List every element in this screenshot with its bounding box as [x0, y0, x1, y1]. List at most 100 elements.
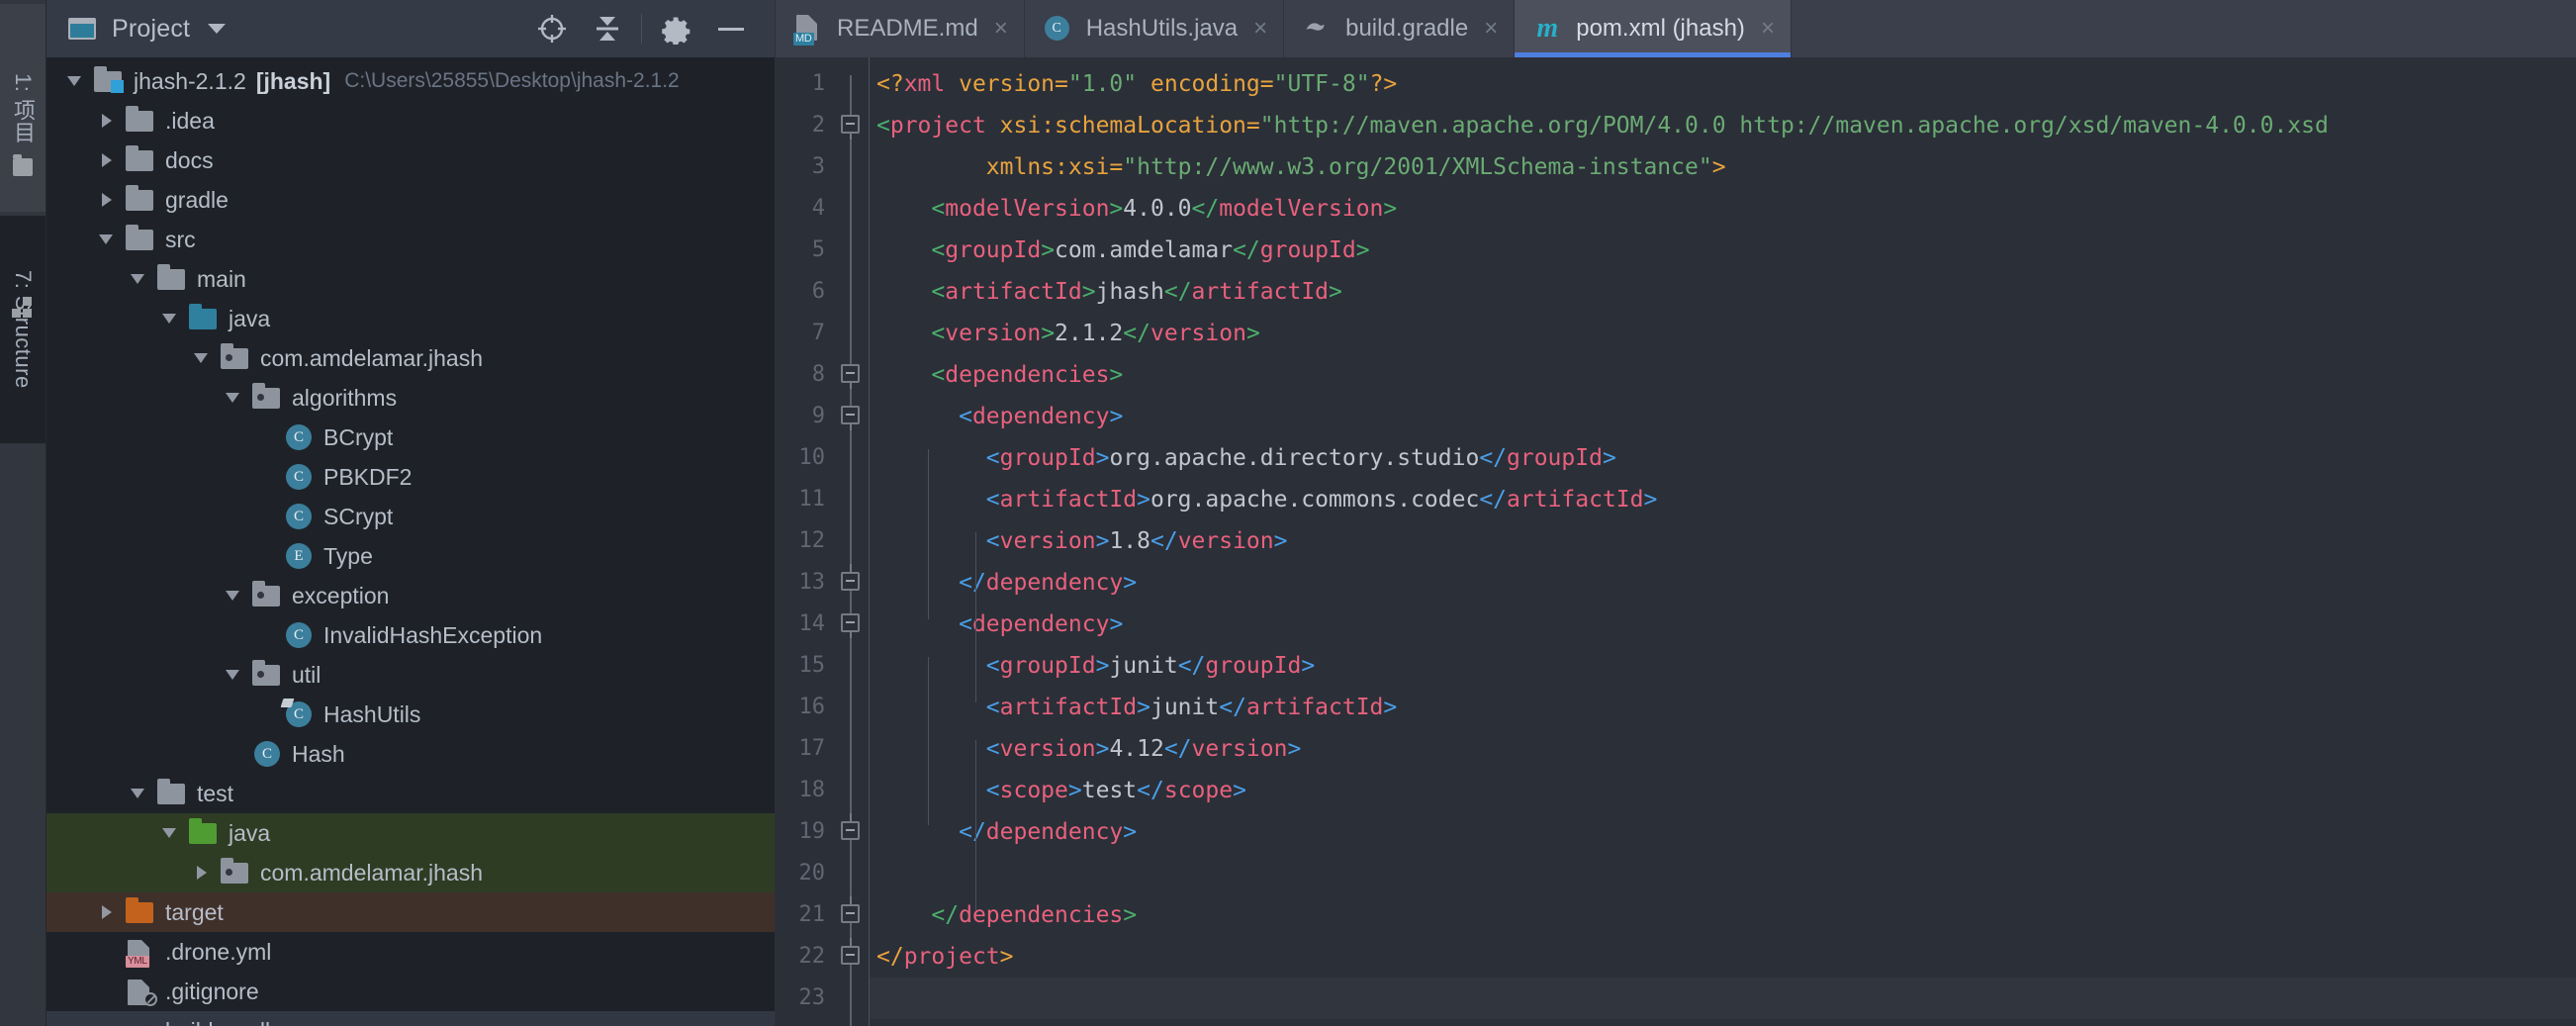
tree-row[interactable]: test	[46, 774, 775, 813]
tree-row[interactable]: build.gradle	[46, 1011, 775, 1026]
code-line[interactable]: <?xml version="1.0" encoding="UTF-8"?>	[869, 63, 2576, 105]
expand-arrow-icon[interactable]	[96, 110, 118, 132]
tree-row[interactable]: algorithms	[46, 378, 775, 418]
close-icon[interactable]: ×	[1484, 17, 1498, 41]
code-line[interactable]: </project>	[869, 936, 2576, 978]
editor-tab[interactable]: m pom.xml (jhash) ×	[1515, 0, 1792, 57]
collapse-all-button[interactable]	[580, 1, 635, 56]
tree-row[interactable]: com.amdelamar.jhash	[46, 853, 775, 892]
code-token: >	[1095, 528, 1110, 554]
fold-toggle-icon[interactable]	[841, 813, 860, 840]
tree-row[interactable]: com.amdelamar.jhash	[46, 338, 775, 378]
expand-arrow-icon[interactable]	[191, 347, 213, 369]
tree-row[interactable]: C SCrypt	[46, 497, 775, 536]
hide-panel-button[interactable]	[703, 1, 759, 56]
code-token: version	[999, 736, 1096, 762]
tree-row[interactable]: docs	[46, 140, 775, 180]
tree-row[interactable]: main	[46, 259, 775, 299]
expand-arrow-icon[interactable]	[96, 189, 118, 211]
chevron-down-icon[interactable]	[208, 24, 227, 34]
tree-row[interactable]: java	[46, 813, 775, 853]
fold-toggle-icon[interactable]	[841, 406, 860, 430]
fold-toggle-icon[interactable]	[841, 115, 860, 140]
tool-tab-project[interactable]: 1: 项目	[0, 4, 46, 212]
code-line[interactable]: <groupId>org.apache.directory.studio</gr…	[869, 437, 2576, 479]
code-line[interactable]	[869, 853, 2576, 894]
tree-row[interactable]: gradle	[46, 180, 775, 220]
code-line[interactable]: <dependencies>	[869, 354, 2576, 396]
tree-row[interactable]: C BCrypt	[46, 418, 775, 457]
tree-row[interactable]: C HashUtils	[46, 695, 775, 734]
code-line[interactable]	[869, 978, 2576, 1019]
code-content[interactable]: <?xml version="1.0" encoding="UTF-8"?> <p…	[869, 57, 2576, 1026]
fold-toggle-icon[interactable]	[841, 938, 860, 965]
code-line[interactable]: </dependency>	[869, 811, 2576, 853]
locate-file-button[interactable]	[524, 1, 580, 56]
code-token: >	[1095, 736, 1110, 762]
tree-row[interactable]: src	[46, 220, 775, 259]
expand-arrow-icon[interactable]	[159, 822, 181, 844]
expand-arrow-icon[interactable]	[64, 70, 86, 92]
tree-row[interactable]: C InvalidHashException	[46, 615, 775, 655]
tree-row[interactable]: util	[46, 655, 775, 695]
tree-row[interactable]: E Type	[46, 536, 775, 576]
tree-row-label: target	[165, 898, 224, 925]
tree-row-project-root[interactable]: jhash-2.1.2 [jhash] C:\Users\25855\Deskt…	[46, 61, 775, 101]
tree-row[interactable]: target	[46, 892, 775, 932]
settings-button[interactable]	[648, 1, 703, 56]
fold-toggle-icon[interactable]	[841, 613, 860, 638]
code-line[interactable]: <dependency>	[869, 396, 2576, 437]
editor-tab[interactable]: MD README.md ×	[776, 0, 1025, 57]
tool-tab-structure[interactable]: 7: Structure	[0, 216, 46, 443]
code-token: "1.0"	[1067, 71, 1138, 97]
expand-arrow-icon[interactable]	[128, 268, 149, 290]
expand-arrow-icon[interactable]	[96, 229, 118, 250]
code-line[interactable]: <artifactId>junit</artifactId>	[869, 687, 2576, 728]
fold-row	[835, 562, 869, 604]
code-line[interactable]: <modelVersion>4.0.0</modelVersion>	[869, 188, 2576, 230]
code-line[interactable]: <version>1.8</version>	[869, 520, 2576, 562]
fold-toggle-icon[interactable]	[841, 564, 860, 591]
code-line[interactable]: xmlns:xsi="http://www.w3.org/2001/XMLSch…	[869, 146, 2576, 188]
expand-arrow-icon[interactable]	[223, 585, 244, 606]
expand-arrow-icon[interactable]	[159, 308, 181, 329]
code-token: <	[985, 653, 1000, 679]
close-icon[interactable]: ×	[1253, 17, 1267, 41]
code-line[interactable]: <version>2.1.2</version>	[869, 313, 2576, 354]
close-icon[interactable]: ×	[1761, 17, 1775, 41]
code-line[interactable]: <artifactId>org.apache.commons.codec</ar…	[869, 479, 2576, 520]
code-editor[interactable]: 1 2 3 4 5 6 7 8 9 10 11 12 13 14 15 16 17 18 19 20 21 22 23 <?…	[776, 57, 2576, 1026]
code-fold-gutter[interactable]	[835, 57, 869, 1026]
tree-row[interactable]: java	[46, 299, 775, 338]
project-tree[interactable]: jhash-2.1.2 [jhash] C:\Users\25855\Deskt…	[46, 57, 775, 1026]
tree-row[interactable]: C PBKDF2	[46, 457, 775, 497]
editor-tab[interactable]: build.gradle ×	[1284, 0, 1516, 57]
code-line[interactable]: <project xsi:schemaLocation="http://mave…	[869, 105, 2576, 146]
favorites-blocks-icon[interactable]	[12, 297, 34, 319]
editor-tab[interactable]: C HashUtils.java ×	[1025, 0, 1285, 57]
code-line[interactable]: <dependency>	[869, 604, 2576, 645]
code-line[interactable]: <scope>test</scope>	[869, 770, 2576, 811]
code-line[interactable]: <groupId>junit</groupId>	[869, 645, 2576, 687]
code-token: version	[1150, 321, 1246, 346]
code-line[interactable]: </dependencies>	[869, 894, 2576, 936]
code-line[interactable]: <groupId>com.amdelamar</groupId>	[869, 230, 2576, 271]
code-token: >	[1123, 819, 1138, 845]
expand-arrow-icon[interactable]	[96, 149, 118, 171]
fold-toggle-icon[interactable]	[841, 896, 860, 923]
code-line[interactable]: <version>4.12</version>	[869, 728, 2576, 770]
tree-row[interactable]: C Hash	[46, 734, 775, 774]
expand-arrow-icon[interactable]	[223, 387, 244, 409]
fold-toggle-icon[interactable]	[841, 364, 860, 389]
close-icon[interactable]: ×	[994, 17, 1008, 41]
code-line[interactable]: </dependency>	[869, 562, 2576, 604]
tree-row[interactable]: exception	[46, 576, 775, 615]
tree-row[interactable]: YML .drone.yml	[46, 932, 775, 972]
tree-row[interactable]: .gitignore	[46, 972, 775, 1011]
expand-arrow-icon[interactable]	[96, 901, 118, 923]
tree-row[interactable]: .idea	[46, 101, 775, 140]
expand-arrow-icon[interactable]	[191, 862, 213, 884]
expand-arrow-icon[interactable]	[223, 664, 244, 686]
code-line[interactable]: <artifactId>jhash</artifactId>	[869, 271, 2576, 313]
expand-arrow-icon[interactable]	[128, 783, 149, 804]
